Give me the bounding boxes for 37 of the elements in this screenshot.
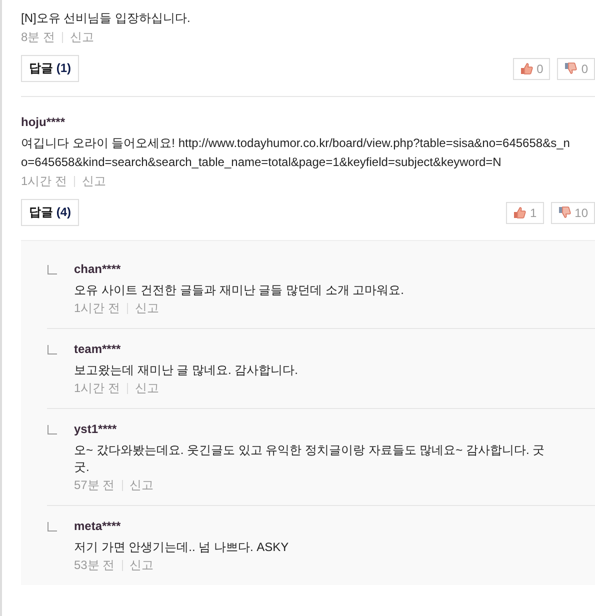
reply-time: 1시간 전 [74,300,120,317]
reply-time: 57분 전 [74,477,115,494]
thumbs-up-icon [520,62,533,75]
comment-time: 1시간 전 [21,173,68,190]
report-link[interactable]: 신고 [130,556,154,574]
reply-author: yst1**** [74,422,117,436]
reply-time: 1시간 전 [74,380,120,397]
report-link[interactable]: 신고 [70,28,94,46]
like-button[interactable]: 1 [506,202,544,224]
report-link[interactable]: 신고 [135,299,160,317]
reply-text: 보고왔는데 재미난 글 많네요. 감사합니다. [74,362,300,379]
report-link[interactable]: 신고 [135,379,160,397]
comment-text: 여깁니다 오라이 들어오세요! http://www.todayhumor.co.kr/board/view.php?table=sisa&no=645658&s_no=645658&kind=search&search_table_name=total&page=1&keyfield=subject&keyword=N [21,135,571,171]
like-button[interactable]: 0 [512,58,550,80]
reply-time: 53분 전 [74,557,115,574]
thumbs-up-icon [512,206,526,219]
reply-author: chan**** [74,262,121,276]
reply-corner-icon [47,522,57,532]
dislike-button[interactable]: 10 [550,202,595,224]
comment-author: hoju**** [21,115,66,129]
reply-text: 오유 사이트 건전한 글들과 재미난 글들 많던데 소개 고마워요. [74,282,406,299]
reply-text: 오~ 갔다와봤는데요. 웃긴글도 있고 유익한 정치글이랑 자료들도 많네요~ 감사합니다. 굿굿. [74,442,546,476]
comment-text: [N]오유 선비님들 입장하십니다. [21,10,192,27]
reply-button[interactable]: 답글 (4) [21,199,80,226]
reply-corner-icon [47,265,57,275]
thumbs-down-icon [564,62,578,75]
report-link[interactable]: 신고 [82,172,106,190]
dislike-button[interactable]: 0 [557,58,595,80]
reply-corner-icon [47,425,57,435]
thumbs-down-icon [558,206,571,219]
comment-time: 8분 전 [21,29,56,46]
report-link[interactable]: 신고 [130,476,154,494]
reply-corner-icon [47,345,57,355]
reply-button[interactable]: 답글 (1) [21,55,80,82]
reply-author: meta**** [74,519,121,533]
reply-author: team**** [74,342,121,356]
reply-text: 저기 가면 안생기는데.. 넘 나쁘다. ASKY [74,539,290,556]
